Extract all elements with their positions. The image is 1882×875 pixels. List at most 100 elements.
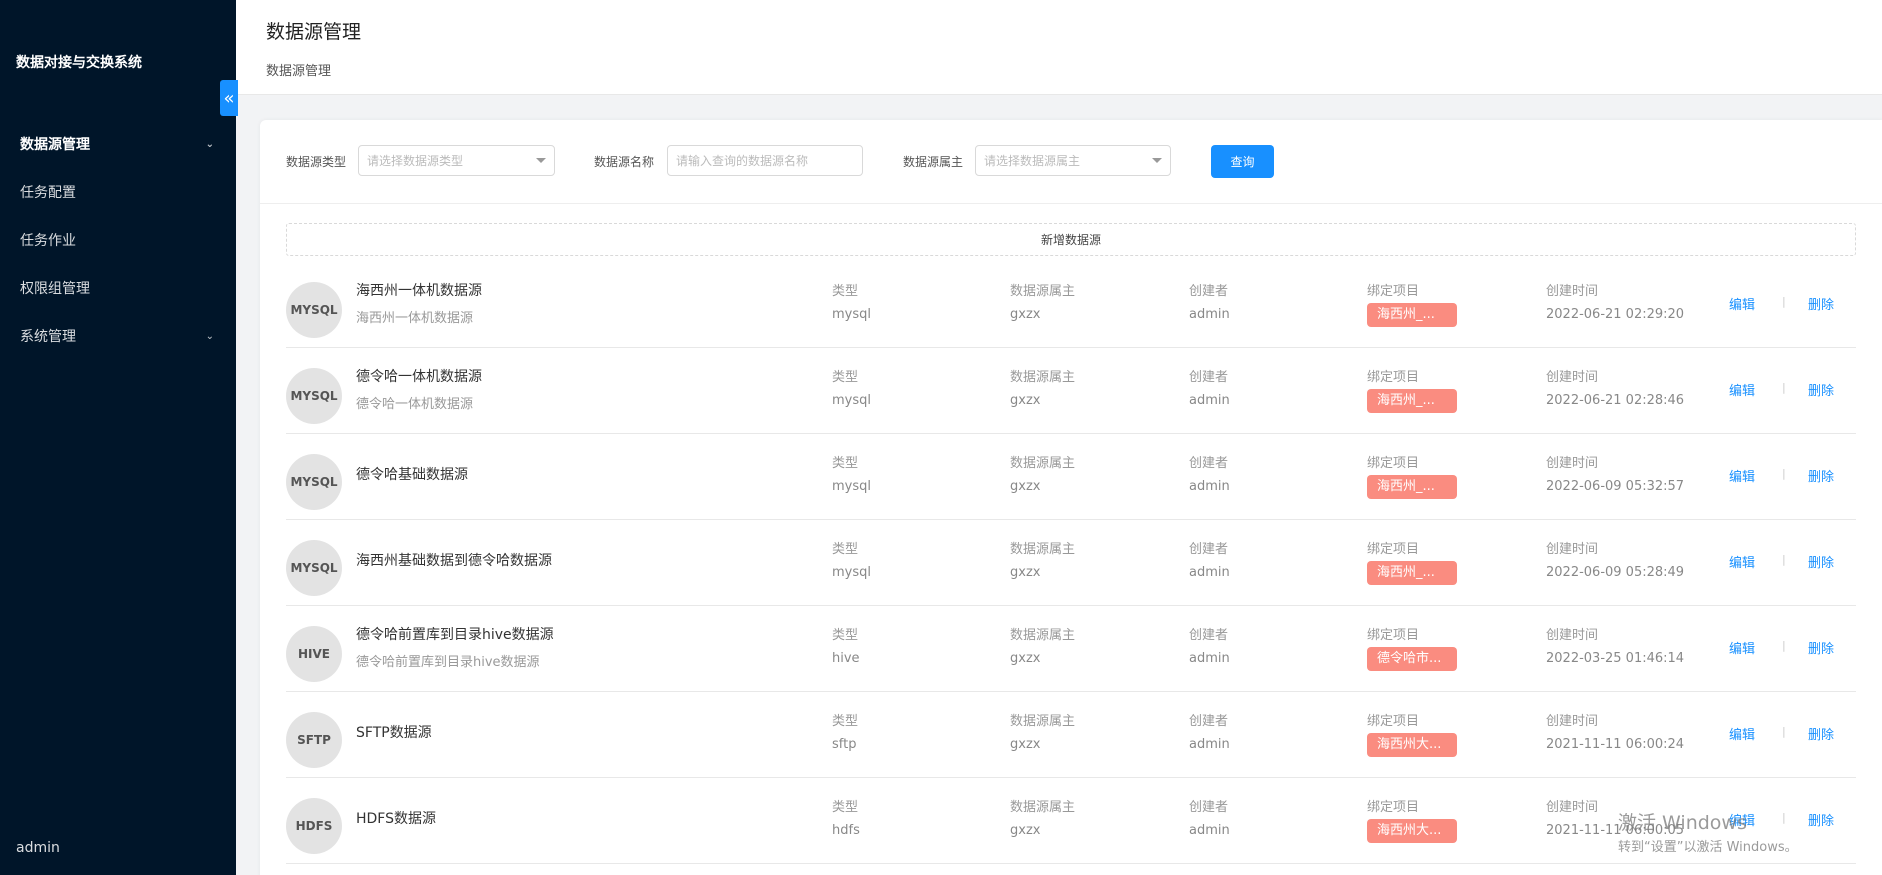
created-col: 创建时间 2022-06-21 02:29:20 [1546, 280, 1684, 322]
project-key: 绑定项目 [1367, 542, 1420, 557]
type-col: 类型 hdfs [832, 796, 860, 838]
project-tag: 海西州_... [1367, 303, 1457, 327]
created-value: 2022-06-09 05:32:57 [1546, 479, 1685, 494]
delete-button[interactable]: 删除 [1808, 466, 1834, 485]
type-key: 类型 [832, 456, 859, 471]
creator-value: admin [1189, 823, 1230, 838]
project-tag: 海西州_... [1367, 561, 1457, 585]
creator-key: 创建者 [1189, 456, 1229, 471]
list-item: MYSQL 德令哈基础数据源 类型 mysql 数据源属主 gxzx 创建者 admi… [286, 434, 1856, 520]
creator-key: 创建者 [1189, 628, 1229, 643]
owner-value: gxzx [1010, 307, 1041, 322]
edit-button[interactable]: 编辑 [1729, 638, 1755, 657]
type-select[interactable]: 请选择数据源类型 [358, 145, 555, 176]
app-title: 数据对接与交换系统 [16, 55, 142, 71]
delete-button[interactable]: 删除 [1808, 724, 1834, 743]
sidebar-item-task-job[interactable]: 任务作业 [0, 216, 236, 264]
type-key: 类型 [832, 800, 859, 815]
action-separator: | [1782, 725, 1786, 738]
breadcrumb[interactable]: 数据源管理 [266, 60, 331, 79]
edit-button[interactable]: 编辑 [1729, 552, 1755, 571]
edit-button[interactable]: 编辑 [1729, 724, 1755, 743]
name-input[interactable] [667, 145, 863, 176]
current-user[interactable]: admin [16, 840, 60, 856]
creator-key: 创建者 [1189, 370, 1229, 385]
datasource-type-avatar: HDFS [286, 798, 342, 854]
type-col: 类型 mysql [832, 538, 871, 580]
owner-value: gxzx [1010, 823, 1041, 838]
type-filter-label: 数据源类型 [286, 155, 347, 169]
delete-button[interactable]: 删除 [1808, 552, 1834, 571]
delete-button[interactable]: 删除 [1808, 294, 1834, 313]
project-col: 绑定项目 海西州_... [1367, 366, 1457, 417]
project-col: 绑定项目 海西州_... [1367, 280, 1457, 331]
collapse-sidebar-icon[interactable]: « [220, 80, 238, 116]
project-col: 绑定项目海西州_... [1367, 538, 1457, 589]
created-value: 2021-11-11 06:00:24 [1546, 737, 1685, 752]
list-item: MYSQL 海西州一体机数据源 海西州一体机数据源 类型 mysql 数据源属主 g… [286, 262, 1856, 348]
list-item: MYSQL 海西州基础数据到德令哈数据源 类型 mysql 数据源属主 gxzx 创… [286, 520, 1856, 606]
edit-button[interactable]: 编辑 [1729, 466, 1755, 485]
owner-key: 数据源属主 [1010, 456, 1076, 471]
chevron-down-icon: ⌄ [205, 330, 214, 342]
creator-key: 创建者 [1189, 542, 1229, 557]
project-key: 绑定项目 [1367, 714, 1420, 729]
sidebar-item-system[interactable]: 系统管理 ⌄ [0, 312, 236, 360]
type-col: 类型 mysql [832, 452, 871, 494]
filter-bar: 数据源类型 请选择数据源类型 数据源名称 数据源属主 请选择数据源属主 查询 [260, 120, 1882, 204]
created-col: 创建时间 2022-06-09 05:32:57 [1546, 452, 1684, 494]
owner-key: 数据源属主 [1010, 542, 1076, 557]
project-key: 绑定项目 [1367, 800, 1420, 815]
created-value: 2022-06-09 05:28:49 [1546, 565, 1685, 580]
activation-watermark-title: 激活 Windows [1618, 812, 1747, 834]
sidebar-item-task-config[interactable]: 任务配置 [0, 168, 236, 216]
owner-key: 数据源属主 [1010, 370, 1076, 385]
action-separator: | [1782, 295, 1786, 308]
creator-value: admin [1189, 479, 1230, 494]
datasource-list: MYSQL 海西州一体机数据源 海西州一体机数据源 类型 mysql 数据源属主 g… [286, 262, 1856, 864]
type-value: mysql [832, 307, 871, 322]
action-separator: | [1782, 467, 1786, 480]
action-separator: | [1782, 553, 1786, 566]
main-card: 数据源类型 请选择数据源类型 数据源名称 数据源属主 请选择数据源属主 查询 新… [260, 120, 1882, 875]
edit-button[interactable]: 编辑 [1729, 294, 1755, 313]
datasource-name: 德令哈一体机数据源 [356, 369, 482, 385]
created-col: 创建时间 2022-03-25 01:46:14 [1546, 624, 1684, 666]
project-tag: 海西州大... [1367, 819, 1457, 843]
type-key: 类型 [832, 284, 859, 299]
owner-col: 数据源属主 gxzx [1010, 710, 1075, 752]
add-datasource-button[interactable]: 新增数据源 [286, 223, 1856, 256]
owner-col: 数据源属主 gxzx [1010, 624, 1075, 666]
creator-key: 创建者 [1189, 714, 1229, 729]
delete-button[interactable]: 删除 [1808, 810, 1834, 829]
owner-key: 数据源属主 [1010, 284, 1076, 299]
page-title: 数据源管理 [266, 21, 362, 43]
owner-col: 数据源属主 gxzx [1010, 538, 1075, 580]
created-value: 2022-06-21 02:29:20 [1546, 307, 1685, 322]
owner-key: 数据源属主 [1010, 800, 1076, 815]
owner-filter-label: 数据源属主 [903, 155, 964, 169]
list-item: MYSQL 德令哈一体机数据源 德令哈一体机数据源 类型 mysql 数据源属主 g… [286, 348, 1856, 434]
datasource-type-avatar: MYSQL [286, 368, 342, 424]
delete-button[interactable]: 删除 [1808, 638, 1834, 657]
datasource-type-avatar: MYSQL [286, 282, 342, 338]
creator-key: 创建者 [1189, 284, 1229, 299]
chevron-down-icon: ⌄ [205, 138, 214, 150]
delete-button[interactable]: 删除 [1808, 380, 1834, 399]
edit-button[interactable]: 编辑 [1729, 380, 1755, 399]
type-key: 类型 [832, 370, 859, 385]
type-key: 类型 [832, 542, 859, 557]
activation-watermark-hint: 转到“设置”以激活 Windows。 [1618, 840, 1798, 855]
type-col: 类型 sftp [832, 710, 858, 752]
datasource-name: 海西州一体机数据源 [356, 283, 482, 299]
owner-value: gxzx [1010, 393, 1041, 408]
type-value: sftp [832, 737, 857, 752]
query-button[interactable]: 查询 [1211, 145, 1274, 178]
owner-select[interactable]: 请选择数据源属主 [975, 145, 1171, 176]
sidebar-item-datasource[interactable]: 数据源管理 ⌄ [0, 120, 236, 168]
type-value: hdfs [832, 823, 860, 838]
sidebar-item-permission-group[interactable]: 权限组管理 [0, 264, 236, 312]
created-key: 创建时间 [1546, 542, 1599, 557]
creator-value: admin [1189, 565, 1230, 580]
sidebar-item-label: 数据源管理 [20, 137, 90, 153]
